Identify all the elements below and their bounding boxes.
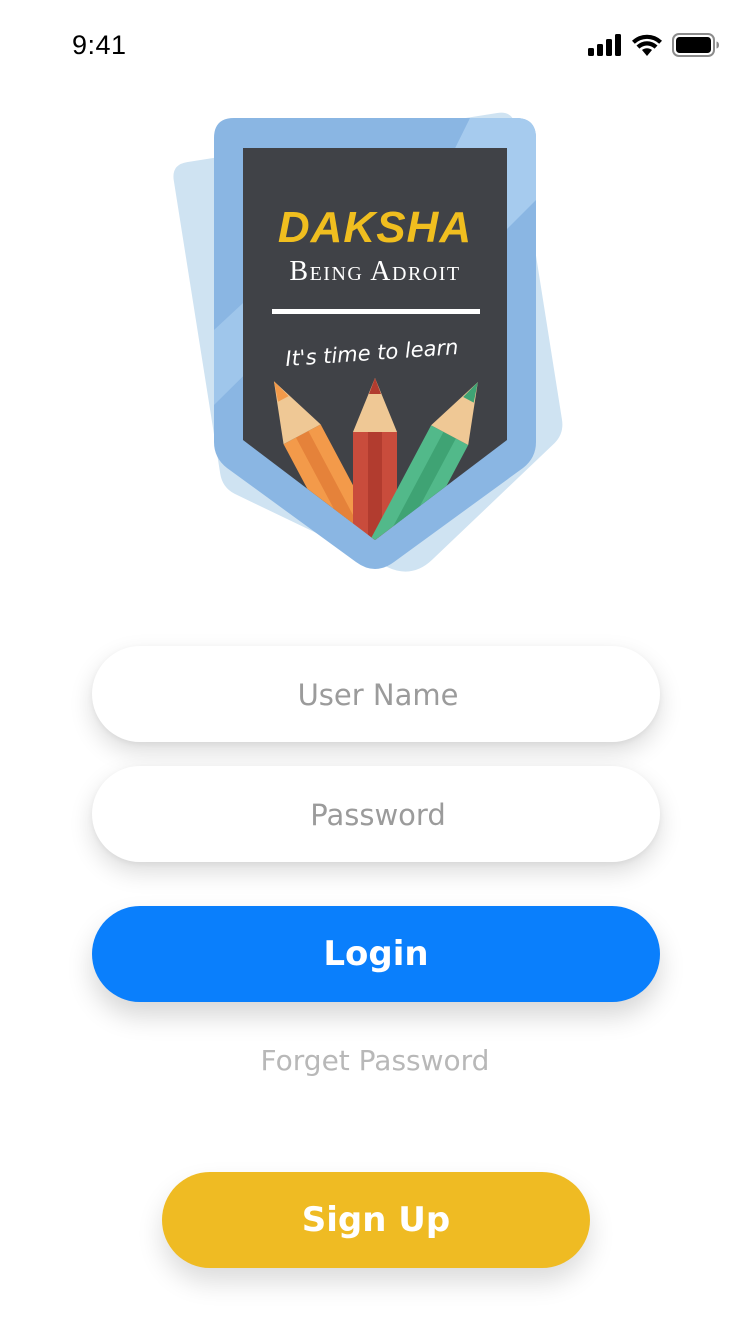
password-input[interactable]	[92, 766, 664, 864]
app-logo: DAKSHA Being Adroit It's time to learn	[0, 0, 750, 620]
tagline-text: Being Adroit	[289, 256, 460, 287]
username-input[interactable]	[92, 646, 664, 744]
password-field-container	[92, 766, 664, 864]
brand-text: DAKSHA	[278, 203, 472, 252]
forget-password-link[interactable]: Forget Password	[0, 1044, 750, 1077]
signup-button-label: Sign Up	[301, 1200, 451, 1240]
username-field-container	[92, 646, 664, 744]
login-button-label: Login	[323, 934, 429, 974]
login-button[interactable]: Login	[92, 906, 660, 1002]
signup-button[interactable]: Sign Up	[162, 1172, 590, 1268]
divider-line	[272, 309, 480, 314]
